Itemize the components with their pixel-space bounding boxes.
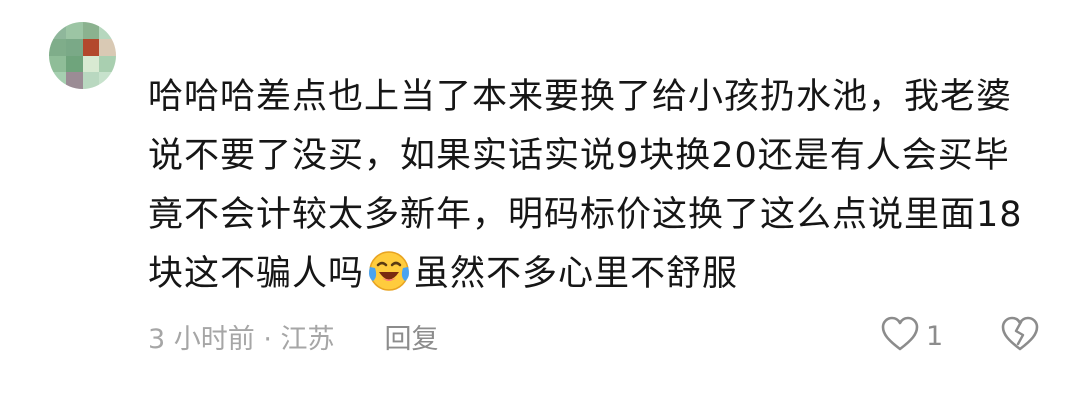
avatar[interactable] [49, 22, 116, 89]
comment-text-part2: 虽然不多心里不舒服 [414, 254, 739, 294]
comment-meta: 3 小时前 · 江苏 回复 [148, 316, 439, 356]
broken-heart-icon[interactable] [1000, 316, 1040, 358]
dislike-button[interactable] [1000, 314, 1040, 358]
heart-outline-icon[interactable] [880, 315, 920, 357]
like-button[interactable]: 1 [880, 314, 943, 358]
reply-button[interactable]: 回复 [385, 317, 439, 356]
like-count: 1 [926, 320, 944, 352]
comment-text: 哈哈哈差点也上当了本来要换了给小孩扔水池，我老婆说不要了没买，如果实话实说9块换… [148, 68, 1028, 304]
laughing-crying-emoji-icon [366, 247, 412, 293]
time-location: 3 小时前 · 江苏 [148, 323, 335, 355]
